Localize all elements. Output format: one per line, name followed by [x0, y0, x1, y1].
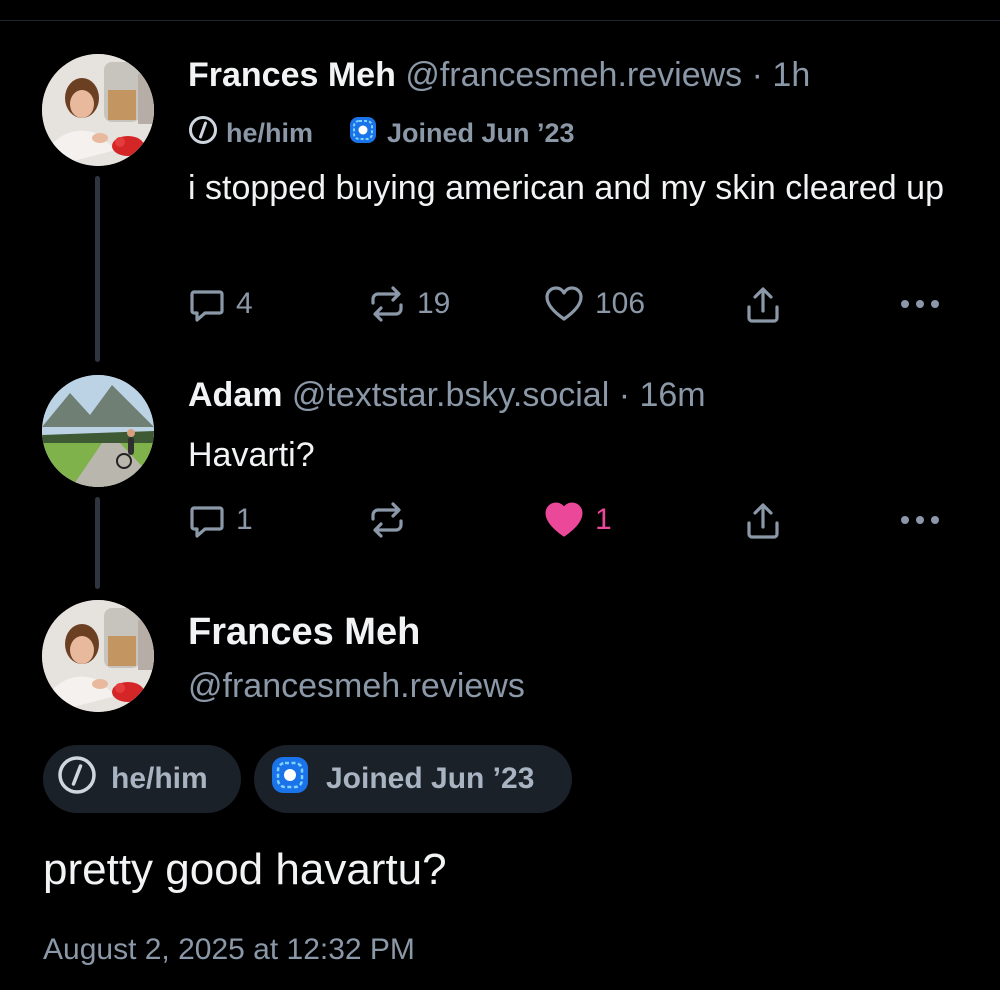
repost-arrows-icon [367, 501, 407, 539]
repost-count: 19 [417, 287, 451, 320]
joined-badge-icon [268, 753, 312, 805]
frances-avatar[interactable] [42, 600, 154, 712]
post-time[interactable]: 16m [639, 376, 705, 414]
pronouns-text: he/him [111, 762, 208, 795]
reply-parent-header: Frances Meh @francesmeh.reviews · 1h [188, 55, 810, 95]
share-button[interactable] [744, 501, 782, 541]
focused-author-handle[interactable]: @francesmeh.reviews [188, 664, 525, 708]
heart-icon [543, 501, 585, 539]
post-text: Havarti? [188, 436, 315, 474]
pronouns-pill: he/him [43, 745, 241, 813]
more-button[interactable] [898, 290, 942, 318]
repost-button[interactable]: 19 [367, 285, 450, 323]
joined-pill: Joined Jun ’23 [254, 745, 572, 813]
share-upload-icon [744, 285, 782, 325]
author-name[interactable]: Adam [188, 376, 282, 414]
pronouns-badge: he/him [188, 115, 313, 152]
reply-bubble-icon [188, 501, 226, 539]
repost-button[interactable] [367, 501, 407, 539]
joined-text: Joined Jun ’23 [326, 762, 535, 795]
author-handle[interactable]: @francesmeh.reviews [405, 56, 742, 94]
joined-text: Joined Jun ’23 [387, 118, 575, 148]
focused-post-text: pretty good havartu? [43, 845, 447, 894]
joined-badge-icon [347, 114, 379, 153]
reply-bubble-icon [188, 285, 226, 323]
reply-button[interactable]: 4 [188, 285, 253, 323]
share-button[interactable] [744, 285, 782, 325]
more-dots-icon [898, 506, 942, 534]
joined-badge: Joined Jun ’23 [347, 114, 575, 153]
post-timestamp: August 2, 2025 at 12:32 PM [43, 933, 415, 966]
reply-button[interactable]: 1 [188, 501, 253, 539]
post-time[interactable]: 1h [772, 56, 810, 94]
top-divider [0, 20, 1000, 21]
pronoun-badge-icon [57, 755, 97, 803]
reply-count: 4 [236, 287, 253, 320]
heart-icon [543, 285, 585, 323]
author-handle[interactable]: @textstar.bsky.social [292, 376, 609, 414]
separator-dot: · [618, 376, 631, 414]
post-text: i stopped buying american and my skin cl… [188, 169, 944, 207]
like-count: 106 [595, 287, 646, 320]
reply-header: Adam @textstar.bsky.social · 16m [188, 375, 706, 415]
more-dots-icon [898, 290, 942, 318]
more-button[interactable] [898, 506, 942, 534]
repost-arrows-icon [367, 285, 407, 323]
author-name[interactable]: Frances Meh [188, 56, 396, 94]
like-button[interactable]: 1 [543, 501, 612, 539]
share-upload-icon [744, 501, 782, 541]
frances-avatar[interactable] [42, 54, 154, 166]
pronouns-text: he/him [226, 118, 314, 148]
focused-author-name[interactable]: Frances Meh [188, 610, 420, 654]
reply-parent-meta: he/him Joined Jun ’23 [188, 114, 575, 153]
reply-count: 1 [236, 503, 253, 536]
like-button[interactable]: 106 [543, 285, 645, 323]
thread-line-2 [95, 497, 100, 589]
adam-avatar[interactable] [42, 375, 154, 487]
separator-dot: · [751, 56, 763, 94]
thread-line-1 [95, 176, 100, 362]
like-count: 1 [595, 503, 612, 536]
pronoun-badge-icon [188, 115, 218, 152]
